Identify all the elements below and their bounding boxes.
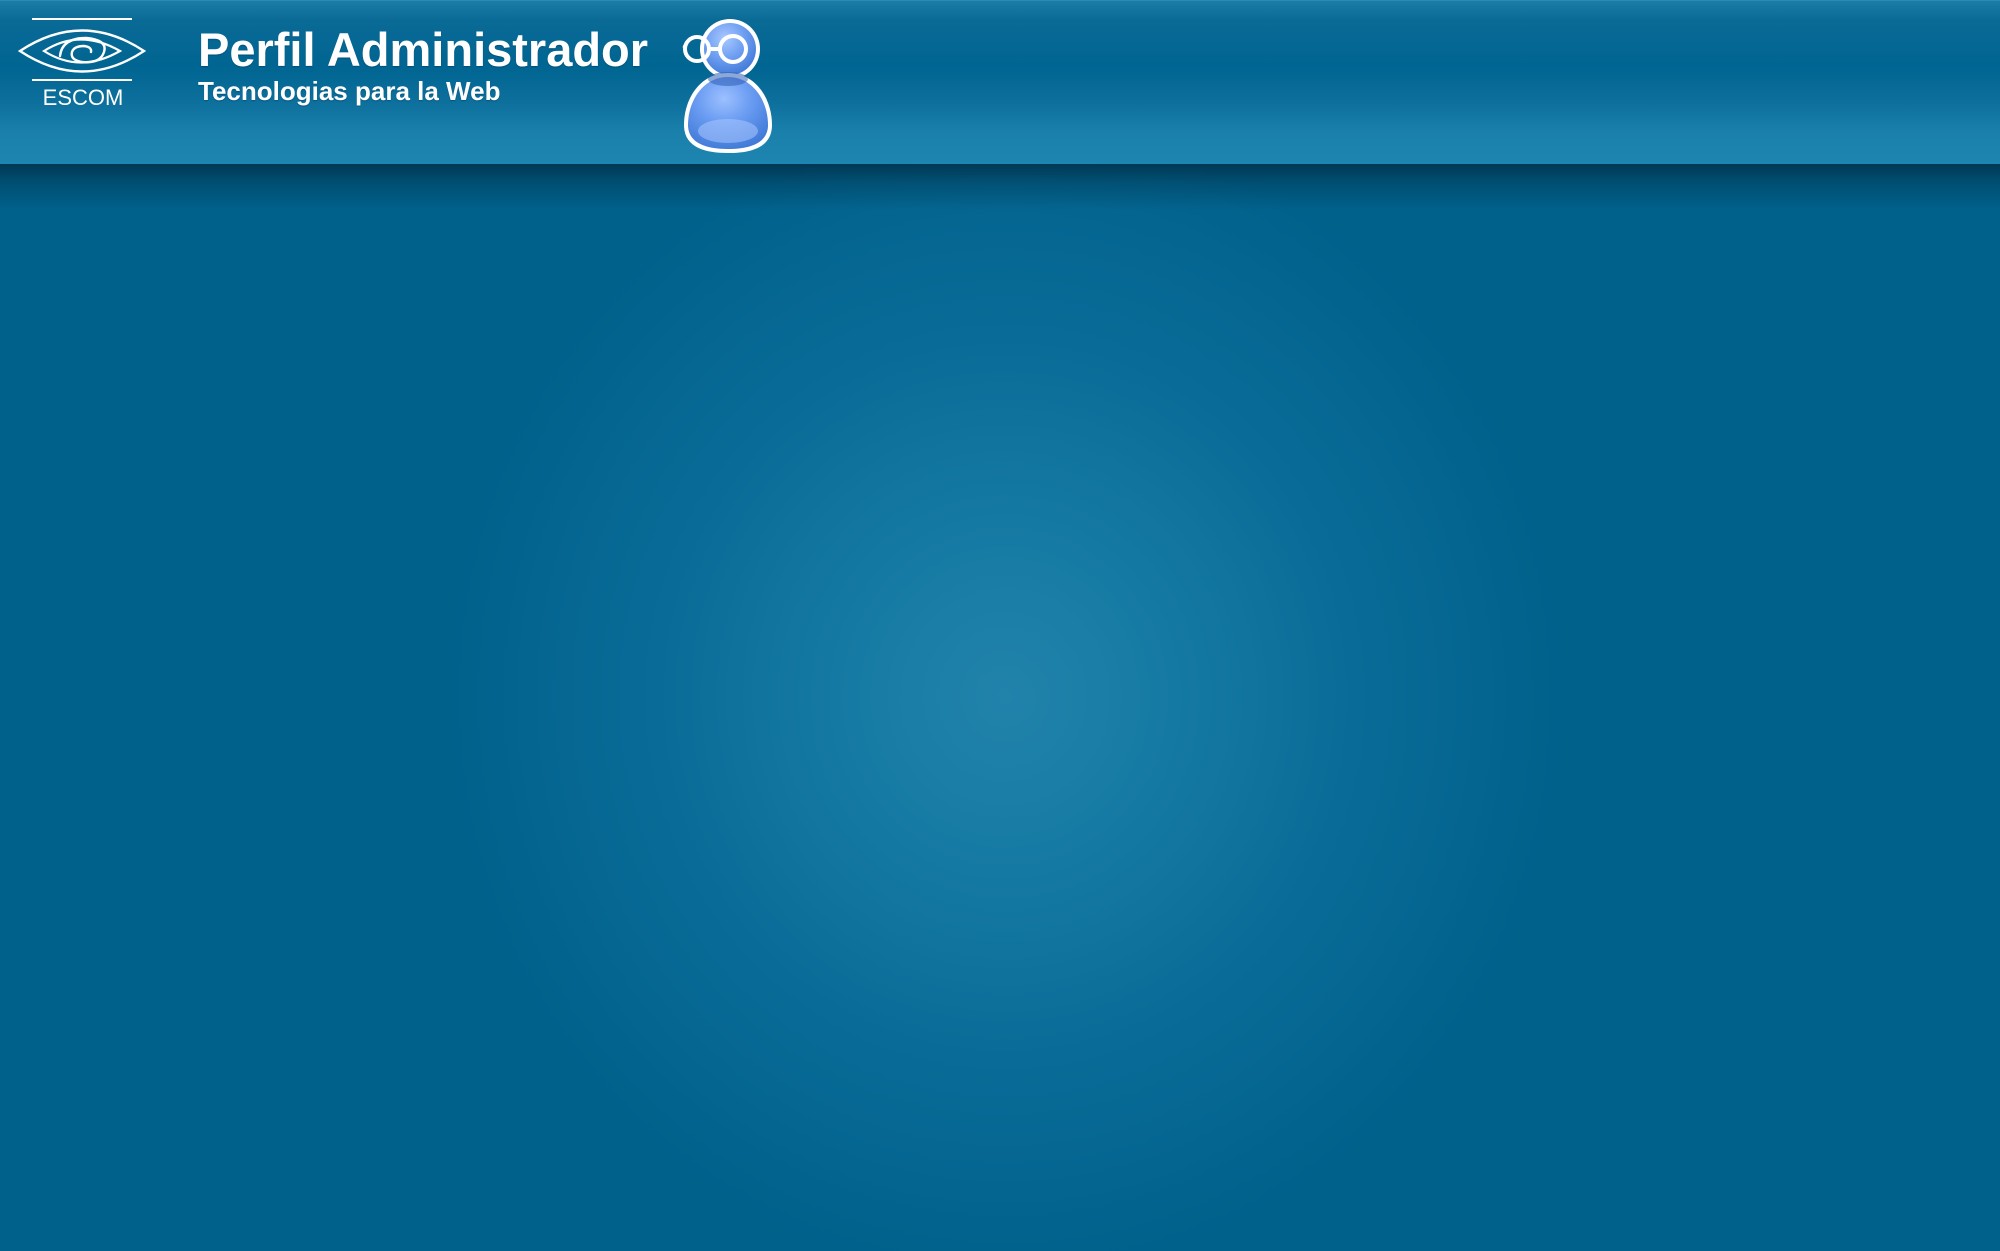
page-subtitle: Tecnologias para la Web (198, 76, 501, 106)
user-with-glasses-icon (682, 19, 772, 153)
escom-eye-logo-icon (17, 18, 147, 81)
main-content-area (0, 164, 2000, 1251)
header-banner: ESCOM Perfil Administrador Tecnologias p… (0, 0, 2000, 164)
escom-logo[interactable]: ESCOM (16, 16, 150, 112)
logo-label: ESCOM (42, 85, 124, 110)
user-avatar[interactable] (678, 13, 778, 153)
page-title: Perfil Administrador (198, 23, 649, 76)
admin-profile-page: ESCOM Perfil Administrador Tecnologias p… (0, 0, 2000, 1251)
header-drop-shadow (0, 164, 2000, 210)
